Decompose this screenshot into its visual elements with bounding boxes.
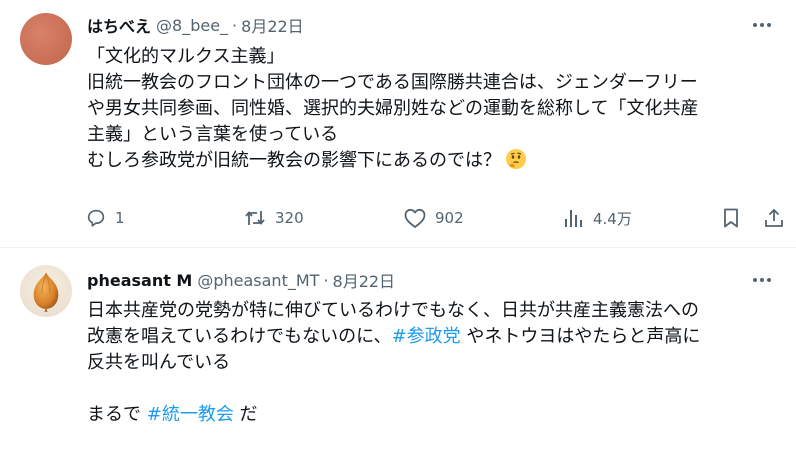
tweet[interactable]: はちべえ @8_bee_ · 8月22日 「文化的マルクス主義」 旧統一教会のフ… [0, 0, 796, 248]
hashtag-link[interactable]: #統一教会 [147, 404, 234, 425]
tweet-actions: 1 320 902 4.4万 [85, 203, 785, 233]
like-button[interactable]: 902 [403, 203, 464, 233]
tweet-text: 日本共産党の党勢が特に伸びているわけでもなく、日共が共産主義憲法への 改憲を唱え… [87, 298, 787, 428]
text-line: 反共を叫んでいる [87, 352, 231, 373]
share-icon [763, 207, 785, 229]
text-line: や男女共同参画、同性婚、選択的夫婦別姓などの運動を総称して「文化共産 [87, 98, 699, 119]
reply-icon [85, 207, 107, 229]
text-segment: やネトウヨはやたらと声高に [460, 326, 701, 347]
hashtag-link[interactable]: #参政党 [392, 326, 461, 347]
like-count: 902 [435, 209, 464, 227]
views-icon [563, 207, 585, 229]
text-line: 日本共産党の党勢が特に伸びているわけでもなく、日共が共産主義憲法への [87, 300, 699, 321]
more-icon[interactable] [750, 270, 774, 290]
like-icon [403, 207, 427, 229]
retweet-count: 320 [275, 209, 304, 227]
more-icon[interactable] [750, 15, 774, 35]
tweet-text: 「文化的マルクス主義」 旧統一教会のフロント団体の一つである国際勝共連合は、ジェ… [87, 44, 787, 174]
retweet-button[interactable]: 320 [243, 203, 304, 233]
reply-button[interactable]: 1 [85, 203, 125, 233]
text-line: 改憲を唱えているわけでもないのに、#参政党 やネトウヨはやたらと声高に [87, 324, 787, 350]
bookmark-button[interactable] [721, 203, 741, 233]
text-line: 主義」という言葉を使っている [87, 124, 339, 145]
display-name[interactable]: pheasant M [87, 271, 192, 290]
display-name[interactable]: はちべえ [87, 13, 151, 37]
reply-count: 1 [115, 209, 125, 227]
tweet[interactable]: pheasant M @pheasant_MT · 8月22日 日本共産党の党勢… [0, 248, 796, 452]
text-segment: 改憲を唱えているわけでもないのに、 [87, 326, 392, 347]
tweet-header: pheasant M @pheasant_MT · 8月22日 [87, 268, 395, 292]
text-segment: まるで [87, 404, 147, 425]
separator: · [232, 15, 238, 35]
views-button[interactable]: 4.4万 [563, 203, 632, 233]
retweet-icon [243, 207, 267, 229]
text-line: むしろ参政党が旧統一教会の影響下にあるのでは？ [87, 148, 787, 174]
text-line: 旧統一教会のフロント団体の一つである国際勝共連合は、ジェンダーフリー [87, 72, 698, 93]
text-line: 「文化的マルクス主義」 [87, 46, 285, 67]
avatar[interactable] [20, 265, 72, 317]
user-handle[interactable]: @pheasant_MT [197, 271, 319, 290]
tweet-date[interactable]: 8月22日 [241, 13, 304, 37]
text-segment: だ [233, 404, 258, 425]
avatar[interactable] [20, 13, 72, 65]
tweet-date[interactable]: 8月22日 [333, 268, 396, 292]
views-count: 4.4万 [593, 209, 632, 228]
user-handle[interactable]: @8_bee_ [156, 16, 228, 35]
text-segment: むしろ参政党が旧統一教会の影響下にあるのでは？ [87, 150, 501, 171]
thinking-face-emoji [505, 148, 527, 178]
share-button[interactable] [763, 203, 785, 233]
bookmark-icon [721, 207, 741, 229]
separator: · [323, 270, 329, 290]
tweet-header: はちべえ @8_bee_ · 8月22日 [87, 13, 304, 37]
text-line: まるで #統一教会 だ [87, 402, 787, 428]
